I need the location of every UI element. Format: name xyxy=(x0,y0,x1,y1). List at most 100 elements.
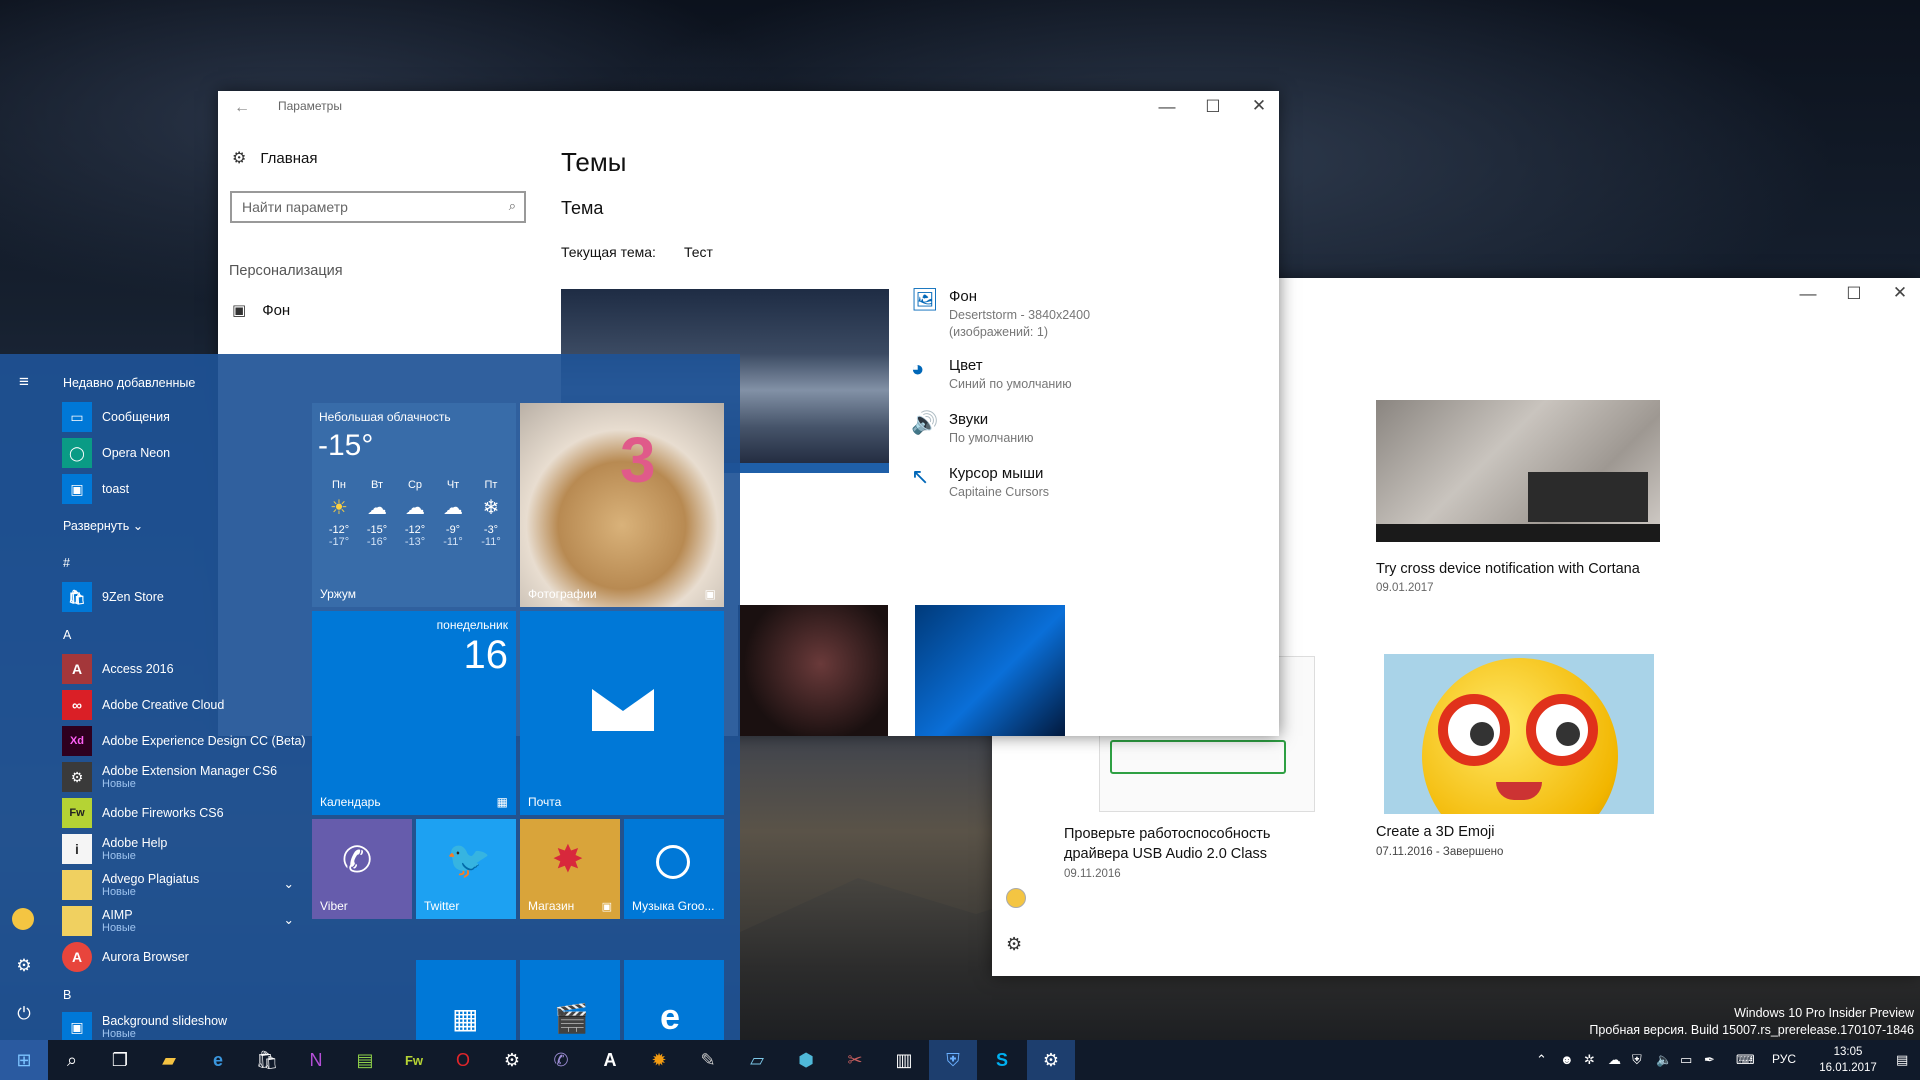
taskbar[interactable]: ⊞ ⌕ ❐ ▰ e 🛍 N ▤ Fw O ⚙ ✆ A ✹ ✎ ▱ ⬢ ✂ ▥ ⛨… xyxy=(0,1040,1920,1080)
section-letter[interactable]: B xyxy=(63,988,71,1002)
onenote-icon[interactable]: N xyxy=(292,1040,340,1080)
keyboard-icon[interactable]: ⌨ xyxy=(1736,1052,1755,1068)
app-item[interactable]: A Access 2016 xyxy=(62,652,174,686)
search-input[interactable]: Найти параметр ⌕ xyxy=(230,191,526,223)
monitor-app-icon[interactable]: ▥ xyxy=(880,1040,928,1080)
search-icon[interactable]: ⌕ xyxy=(48,1040,96,1080)
minimize-button[interactable]: — xyxy=(1157,98,1177,115)
minimize-button[interactable]: — xyxy=(1798,285,1818,302)
option-title: Фон xyxy=(949,288,978,305)
cloud-icon[interactable]: ☁ xyxy=(1608,1052,1621,1068)
avatar[interactable] xyxy=(1006,888,1026,908)
app-item[interactable]: Fw Adobe Fireworks CS6 xyxy=(62,796,224,830)
app-item[interactable]: 🛍 9Zen Store xyxy=(62,580,164,614)
shield-icon[interactable]: ⛨ xyxy=(1632,1052,1642,1068)
close-button[interactable]: ✕ xyxy=(1890,284,1910,301)
nav-item-background[interactable]: ▣ Фон xyxy=(232,301,290,320)
card-thumbnail[interactable] xyxy=(1376,400,1660,542)
emoji-thumbnail[interactable] xyxy=(1384,654,1654,814)
power-icon[interactable]: ⏻ xyxy=(13,1004,35,1026)
notepad-icon[interactable]: ▱ xyxy=(733,1040,781,1080)
chevron-down-icon[interactable]: ⌄ xyxy=(284,912,294,927)
chevron-up-icon[interactable]: ⌃ xyxy=(1536,1052,1547,1068)
theme-sounds-option[interactable]: 🔊 Звуки По умолчанию xyxy=(911,410,1211,454)
expand-link[interactable]: Развернуть ⌄ xyxy=(63,518,143,533)
emoji-icon[interactable]: ☻ xyxy=(1560,1052,1574,1067)
store-tile[interactable]: ✸ Магазин ▣ xyxy=(520,819,620,919)
section-letter[interactable]: # xyxy=(63,556,70,570)
theme-thumbnail[interactable] xyxy=(915,605,1065,736)
app-item[interactable]: Xd Adobe Experience Design CC (Beta) xyxy=(62,724,306,758)
close-button[interactable]: ✕ xyxy=(1249,97,1269,114)
gear-icon[interactable]: ⚙ xyxy=(13,956,35,978)
extension-manager-icon[interactable]: ⚙ xyxy=(488,1040,536,1080)
maximize-button[interactable]: ☐ xyxy=(1203,98,1223,115)
weather-tile[interactable]: Небольшая облачность -15° Пн ☀ -12° -17° Вт… xyxy=(312,403,516,607)
mail-tile[interactable]: Почта xyxy=(520,611,724,815)
gear-icon[interactable]: ⚙ xyxy=(1027,1040,1075,1080)
fireworks-icon[interactable]: Fw xyxy=(390,1040,438,1080)
chart-app-icon[interactable]: ▤ xyxy=(341,1040,389,1080)
paint-icon[interactable]: ✎ xyxy=(684,1040,732,1080)
app-item[interactable]: ▣ Background slideshow Новые xyxy=(62,1010,227,1044)
gear-icon[interactable]: ✲ xyxy=(1584,1052,1595,1068)
edge-tile[interactable]: e xyxy=(624,960,724,1040)
maximize-button[interactable]: ☐ xyxy=(1844,285,1864,302)
theme-thumbnail[interactable] xyxy=(738,605,888,736)
app-item[interactable]: Advego Plagiatus Новые ⌄ xyxy=(62,868,294,902)
theme-cursor-option[interactable]: ↖ Курсор мыши Capitaine Cursors xyxy=(911,464,1211,508)
language-indicator[interactable]: РУС xyxy=(1772,1052,1796,1066)
option-title: Курсор мыши xyxy=(949,465,1044,482)
edge-icon: e xyxy=(660,996,681,1037)
app-item-messages[interactable]: ▭ Сообщения xyxy=(62,400,170,434)
groove-icon xyxy=(656,845,690,879)
store-bag-icon[interactable]: 🛍 xyxy=(243,1040,291,1080)
skype-icon[interactable]: S xyxy=(978,1040,1026,1080)
pen-icon[interactable]: ✒ xyxy=(1704,1052,1715,1068)
font-app-icon[interactable]: A xyxy=(586,1040,634,1080)
clock[interactable]: 13:05 16.01.2017 xyxy=(1808,1044,1888,1076)
back-arrow-icon[interactable]: ← xyxy=(234,99,250,117)
card-title[interactable]: Try cross device notification with Corta… xyxy=(1376,561,1676,577)
app-label: Aurora Browser xyxy=(102,950,189,964)
groove-music-tile[interactable]: Музыка Groo... xyxy=(624,819,724,919)
snipping-icon[interactable]: ✂ xyxy=(831,1040,879,1080)
start-menu[interactable]: ≡ ⚙ ⏻ Недавно добавленные ▭ Сообщения ◯ Op… xyxy=(0,354,740,1042)
home-link[interactable]: ⚙ Главная xyxy=(232,148,317,168)
gear-icon[interactable]: ⚙ xyxy=(1006,934,1022,955)
calculator-tile[interactable]: ▦ xyxy=(416,960,516,1040)
weather-city: Уржум xyxy=(320,587,357,601)
section-letter[interactable]: A xyxy=(63,628,71,642)
network-icon[interactable]: ▭ xyxy=(1680,1052,1692,1068)
app-item-opera-neon[interactable]: ◯ Opera Neon xyxy=(62,436,170,470)
app-item[interactable]: A Aurora Browser xyxy=(62,940,189,974)
movies-tile[interactable]: 🎬 xyxy=(520,960,620,1040)
twitter-tile[interactable]: 🐦 Twitter xyxy=(416,819,516,919)
chevron-down-icon[interactable]: ⌄ xyxy=(284,876,294,891)
sun-app-icon[interactable]: ✹ xyxy=(635,1040,683,1080)
photos-tile[interactable]: 3 Фотографии ▣ xyxy=(520,403,724,607)
edge-icon[interactable]: e xyxy=(194,1040,242,1080)
file-explorer-icon[interactable]: ▰ xyxy=(145,1040,193,1080)
theme-background-option[interactable]: 🖼 Фон Desertstorm - 3840x2400 (изображен… xyxy=(911,287,1211,347)
defender-shield-icon[interactable]: ⛨ xyxy=(929,1040,977,1080)
volume-icon[interactable]: 🔈 xyxy=(1656,1052,1672,1068)
app-item-toast[interactable]: ▣ toast xyxy=(62,472,129,506)
cube-icon[interactable]: ⬢ xyxy=(782,1040,830,1080)
viber-icon[interactable]: ✆ xyxy=(537,1040,585,1080)
task-view-icon[interactable]: ❐ xyxy=(96,1040,144,1080)
app-item[interactable]: i Adobe Help Новые xyxy=(62,832,167,866)
hamburger-menu-icon[interactable]: ≡ xyxy=(13,372,35,394)
app-item[interactable]: ⚙ Adobe Extension Manager CS6 Новые xyxy=(62,760,277,794)
calendar-tile[interactable]: понедельник 16 Календарь ▦ xyxy=(312,611,516,815)
action-center-icon[interactable]: ▤ xyxy=(1896,1052,1908,1068)
app-item[interactable]: ∞ Adobe Creative Cloud xyxy=(62,688,224,722)
viber-tile[interactable]: ✆ Viber xyxy=(312,819,412,919)
theme-color-option[interactable]: ◕ Цвет Синий по умолчанию xyxy=(911,356,1211,400)
avatar[interactable] xyxy=(12,908,34,930)
card-title[interactable]: Create a 3D Emoji xyxy=(1376,824,1494,840)
windows-start-icon[interactable]: ⊞ xyxy=(0,1040,48,1080)
app-item[interactable]: AIMP Новые ⌄ xyxy=(62,904,294,938)
opera-icon[interactable]: O xyxy=(439,1040,487,1080)
card-title[interactable]: Проверьте работоспособность драйвера USB… xyxy=(1064,824,1314,864)
